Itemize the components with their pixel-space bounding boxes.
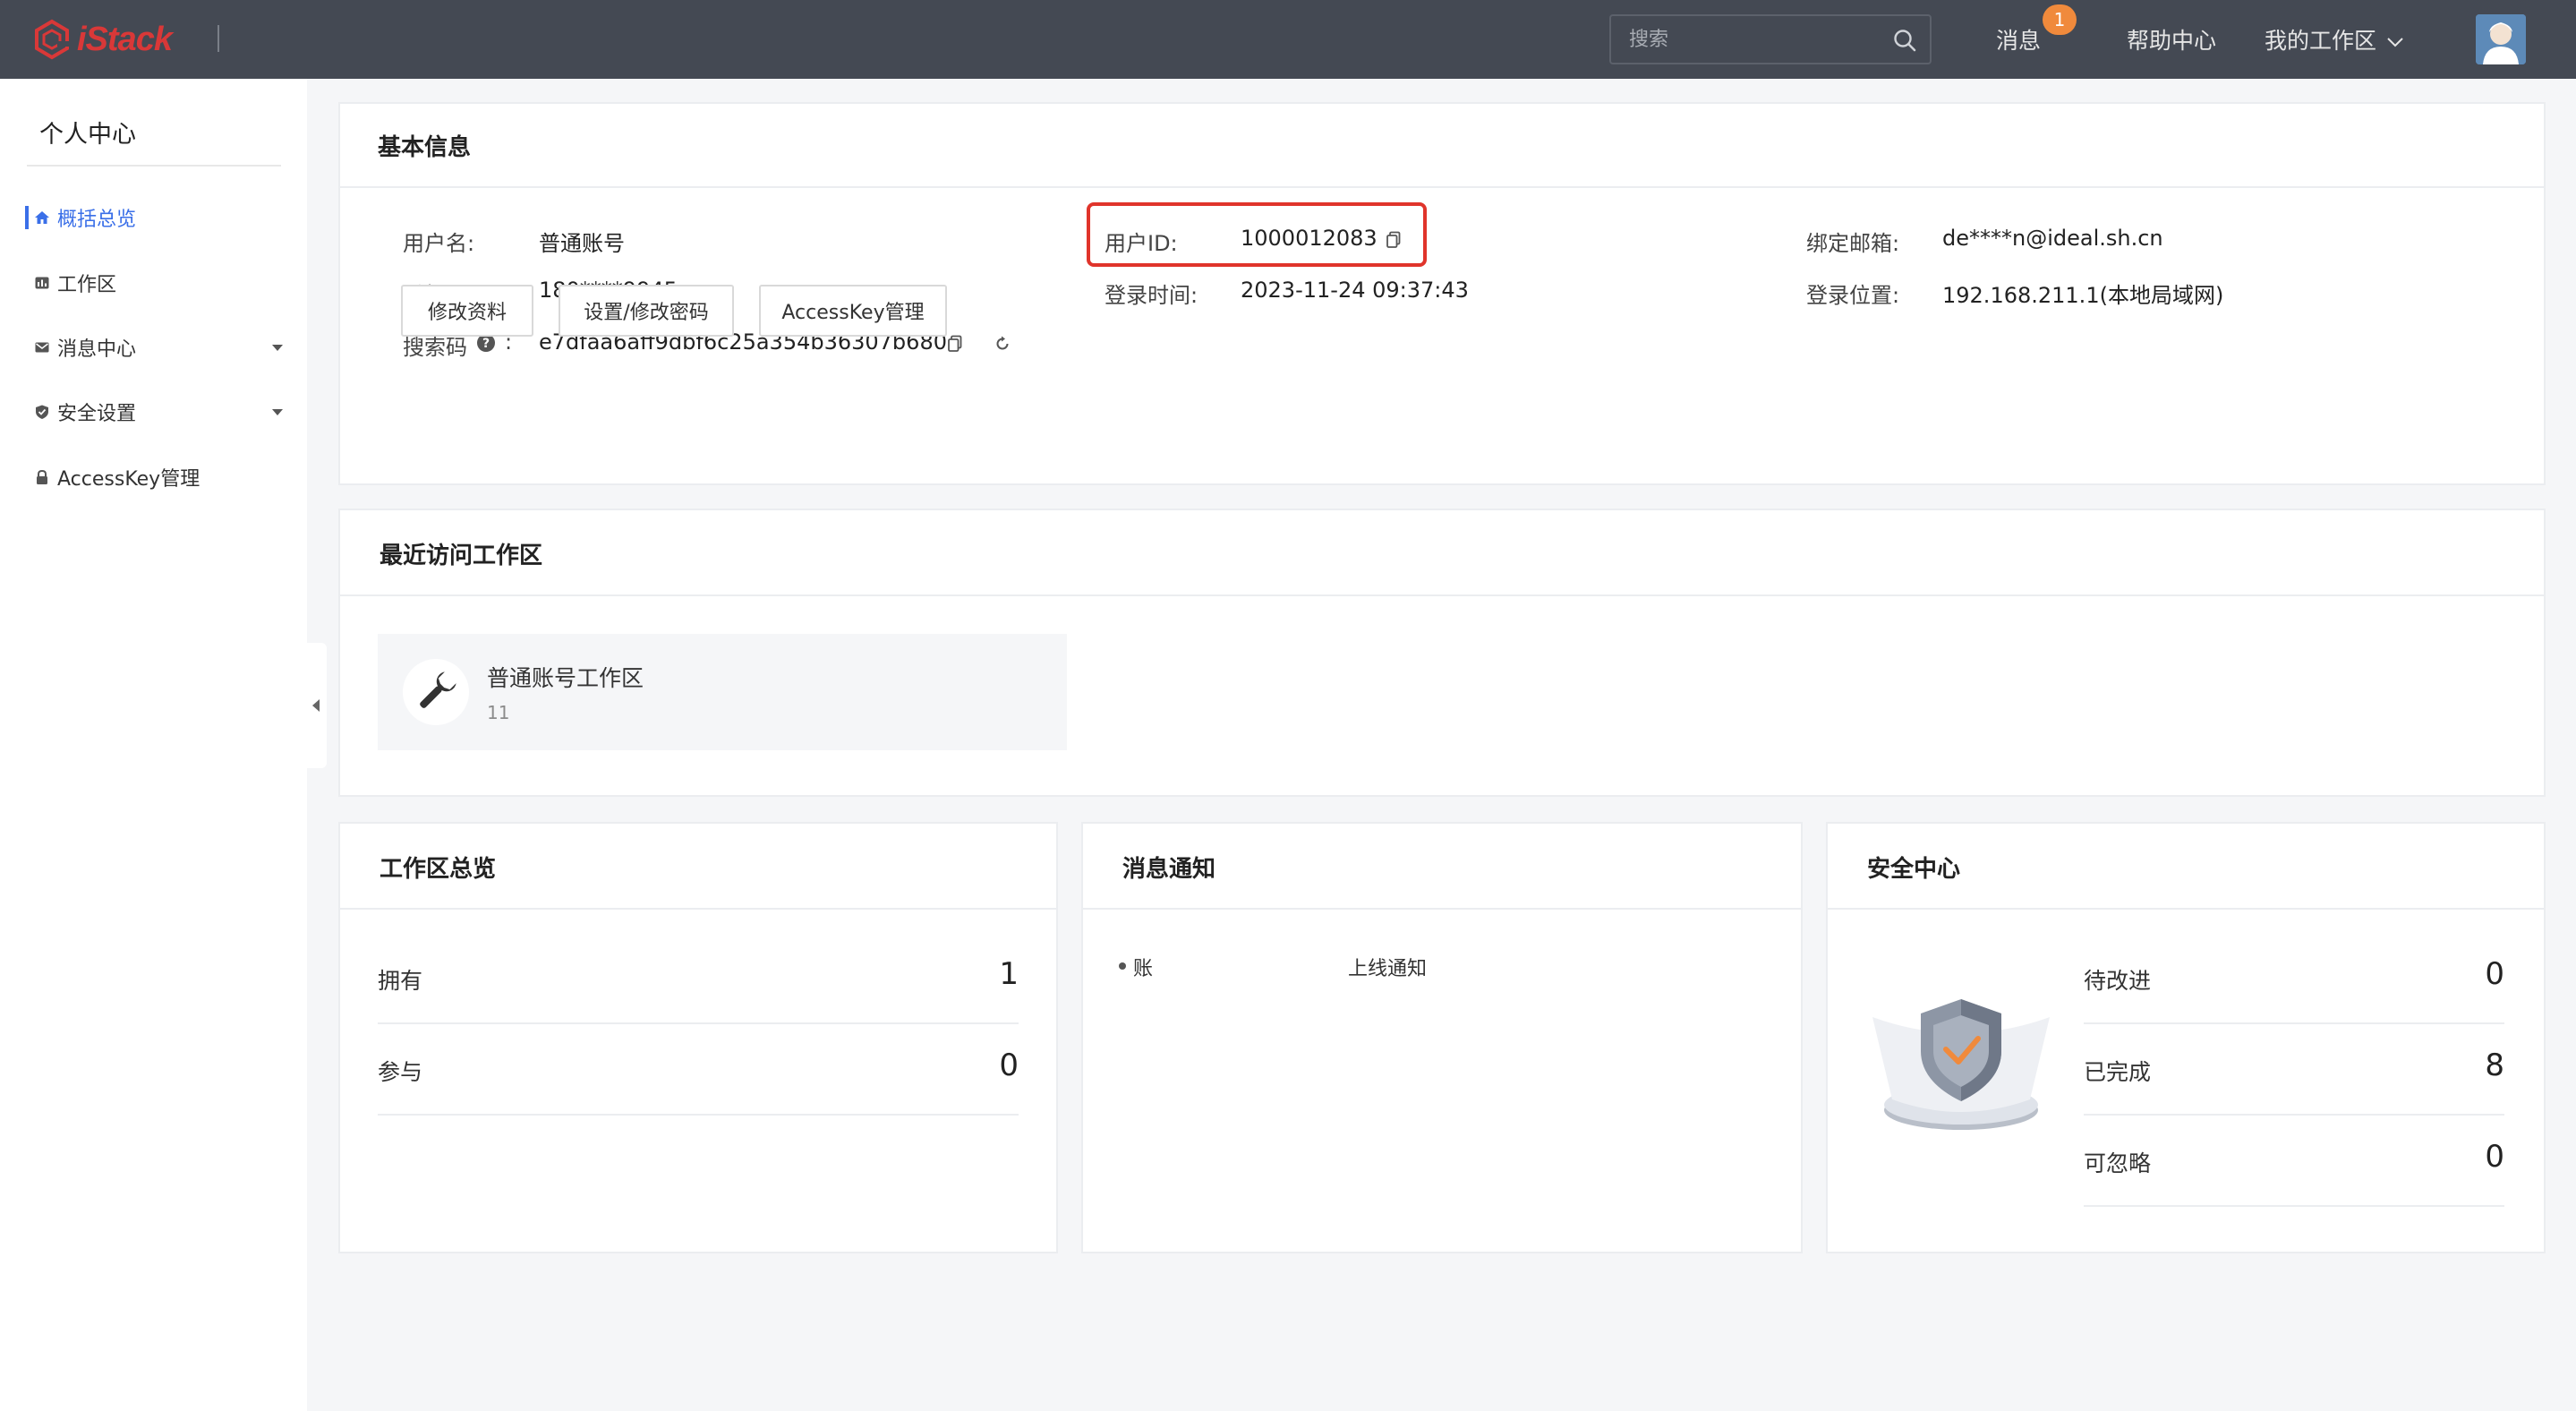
email-label: 绑定邮箱: bbox=[1806, 231, 1900, 256]
security-shield-illustration bbox=[1872, 999, 2050, 1130]
card-divider bbox=[338, 186, 2546, 188]
stat-value: 0 bbox=[2485, 1139, 2504, 1175]
stat-label: 参与 bbox=[378, 1059, 423, 1085]
header-search[interactable] bbox=[1609, 14, 1932, 64]
notice-title[interactable]: 上线通知 bbox=[1348, 953, 1427, 981]
sidebar: 个人中心 概括总览 工作区 消息中心 安全设置 AccessKey管理 bbox=[0, 79, 307, 1411]
change-password-button[interactable]: 设置/修改密码 bbox=[559, 285, 734, 337]
avatar-icon bbox=[2476, 14, 2526, 64]
sidebar-item-workspace[interactable]: 工作区 bbox=[0, 261, 307, 305]
workspace-overview-title: 工作区总览 bbox=[380, 856, 497, 883]
security-center-title: 安全中心 bbox=[1867, 856, 1961, 883]
notice-prefix[interactable]: 账 bbox=[1133, 953, 1153, 981]
sidebar-item-label: 工作区 bbox=[57, 274, 117, 296]
stat-row-completed: 已完成 8 bbox=[2084, 1024, 2504, 1116]
messages-link[interactable]: 消息 bbox=[1996, 23, 2041, 56]
recent-workspaces-title: 最近访问工作区 bbox=[380, 543, 543, 569]
stat-row-to-improve: 待改进 0 bbox=[2084, 933, 2504, 1024]
card-divider bbox=[340, 908, 1056, 910]
stat-row-joined: 参与 0 bbox=[378, 1024, 1019, 1116]
sidebar-item-security-settings[interactable]: 安全设置 bbox=[0, 389, 307, 434]
notifications-card: 消息通知 bbox=[1081, 822, 1803, 1253]
login-location-value: 192.168.211.1(本地局域网) bbox=[1942, 283, 2224, 308]
sidebar-title: 个人中心 bbox=[39, 121, 136, 149]
shield-icon bbox=[36, 405, 48, 419]
caret-down-icon[interactable] bbox=[271, 407, 284, 416]
help-center-link[interactable]: 帮助中心 bbox=[2127, 23, 2216, 56]
stat-value: 1 bbox=[999, 956, 1019, 992]
logo[interactable]: iStack bbox=[30, 14, 173, 64]
stat-value: 0 bbox=[2485, 956, 2504, 992]
home-icon bbox=[35, 211, 49, 224]
workspace-name: 普通账号工作区 bbox=[487, 665, 644, 691]
stat-value: 0 bbox=[999, 1048, 1019, 1083]
user-id-value: 1000012083 bbox=[1241, 226, 1378, 251]
logo-text: iStack bbox=[77, 20, 173, 58]
accesskey-manage-button[interactable]: AccessKey管理 bbox=[759, 285, 947, 337]
stat-row-ignorable: 可忽略 0 bbox=[2084, 1116, 2504, 1207]
notifications-title: 消息通知 bbox=[1122, 856, 1216, 883]
sidebar-item-label: 安全设置 bbox=[57, 403, 137, 425]
login-location-label: 登录位置: bbox=[1806, 283, 1900, 308]
workspace-count: 11 bbox=[487, 702, 510, 723]
stat-label: 待改进 bbox=[2084, 968, 2152, 994]
stat-label: 拥有 bbox=[378, 968, 423, 994]
chevron-down-icon bbox=[2387, 38, 2403, 47]
sidebar-item-label: 消息中心 bbox=[57, 338, 137, 361]
stat-value: 8 bbox=[2485, 1048, 2504, 1083]
card-divider bbox=[340, 594, 2544, 596]
sidebar-item-overview[interactable]: 概括总览 bbox=[0, 195, 307, 240]
card-divider bbox=[1083, 908, 1801, 910]
sidebar-item-label: AccessKey管理 bbox=[57, 468, 200, 491]
sidebar-item-label: 概括总览 bbox=[57, 209, 137, 231]
lock-icon bbox=[37, 469, 47, 484]
messages-badge: 1 bbox=[2043, 4, 2077, 35]
my-workspace-dropdown[interactable]: 我的工作区 bbox=[2265, 23, 2405, 56]
mail-icon bbox=[35, 342, 49, 353]
sidebar-divider bbox=[27, 165, 281, 167]
copy-icon[interactable] bbox=[1386, 231, 1402, 249]
caret-down-icon[interactable] bbox=[271, 343, 284, 352]
stat-label: 可忽略 bbox=[2084, 1150, 2152, 1176]
logo-icon bbox=[35, 19, 70, 60]
active-indicator bbox=[25, 206, 29, 229]
login-time-label: 登录时间: bbox=[1105, 283, 1198, 308]
stat-label: 已完成 bbox=[2084, 1059, 2152, 1085]
refresh-icon[interactable] bbox=[994, 335, 1011, 353]
top-bar: iStack 消息 1 帮助中心 我的工作区 bbox=[0, 0, 2576, 79]
workspace-icon-wrap bbox=[403, 659, 469, 725]
sidebar-item-message-center[interactable]: 消息中心 bbox=[0, 325, 307, 370]
workspace-tile[interactable]: 普通账号工作区 11 bbox=[378, 634, 1067, 750]
caret-left-icon bbox=[312, 699, 320, 712]
search-input[interactable] bbox=[1627, 25, 1878, 54]
basic-info-title: 基本信息 bbox=[378, 134, 472, 161]
svg-text:?: ? bbox=[482, 337, 490, 351]
user-avatar[interactable] bbox=[2476, 14, 2526, 64]
sidebar-collapse-toggle[interactable] bbox=[307, 643, 327, 768]
login-time-value: 2023-11-24 09:37:43 bbox=[1241, 278, 1469, 303]
dashboard-icon bbox=[35, 277, 49, 289]
username-value: 普通账号 bbox=[539, 231, 625, 256]
username-label: 用户名: bbox=[403, 231, 475, 256]
notice-bullet bbox=[1119, 962, 1126, 970]
stat-row-owned: 拥有 1 bbox=[378, 933, 1019, 1024]
edit-profile-button[interactable]: 修改资料 bbox=[401, 285, 533, 337]
copy-icon[interactable] bbox=[947, 335, 963, 353]
wrench-icon bbox=[420, 671, 456, 708]
user-id-label: 用户ID: bbox=[1105, 231, 1178, 256]
search-icon[interactable] bbox=[1892, 28, 1917, 53]
my-workspace-label: 我的工作区 bbox=[2265, 28, 2377, 54]
card-divider bbox=[1828, 908, 2544, 910]
email-value: de****n@ideal.sh.cn bbox=[1942, 226, 2163, 251]
sidebar-item-accesskey[interactable]: AccessKey管理 bbox=[0, 455, 307, 500]
header-divider bbox=[218, 25, 219, 52]
